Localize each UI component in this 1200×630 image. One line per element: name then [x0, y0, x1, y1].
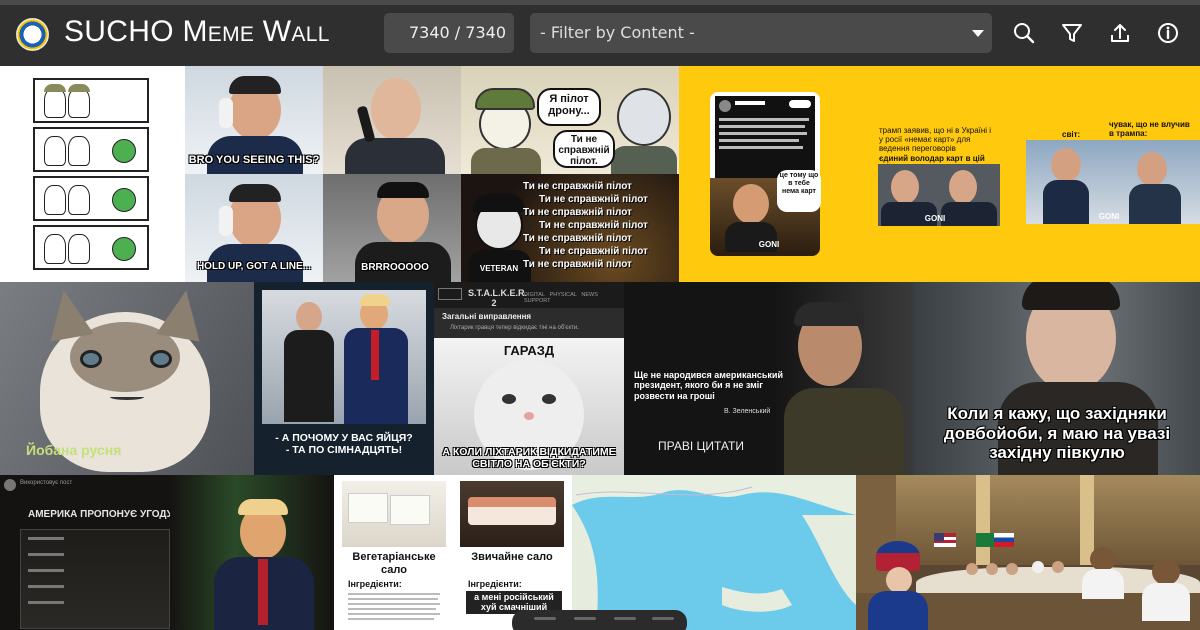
sucho-logo-icon[interactable] — [16, 18, 49, 51]
stalker-nav-support[interactable]: SUPPORT — [524, 298, 551, 304]
xi-bottom-caption: HOLD UP, GOT A LINE... — [196, 261, 312, 272]
grumpy-caption: Йобана русня — [26, 442, 122, 458]
meme-tile-phone-calls[interactable]: BRO YOU SEEING THIS? HOLD UP, GOT A LINE… — [185, 66, 461, 282]
veteran-lines: Ти не справжній пілот Ти не справжній піл… — [523, 180, 679, 271]
toolbar-handle-1[interactable] — [534, 617, 556, 620]
america-title: АМЕРИКА ПРОПОНУЄ УГОДУ — [28, 509, 173, 520]
veteran-line: Ти не справжній пілот — [539, 194, 648, 205]
shelby-caption: Коли я кажу, що західняки довбойоби, я м… — [943, 404, 1171, 463]
bottom-floating-toolbar[interactable] — [512, 610, 687, 630]
eggs-caption: - А ПОЧОМУ У ВАС ЯЙЦЯ? - ТА ПО СІМНАДЦЯТ… — [275, 432, 413, 457]
meme-tile-eggs[interactable]: - А ПОЧОМУ У ВАС ЯЙЦЯ? - ТА ПО СІМНАДЦЯТ… — [254, 282, 434, 475]
meme-tile-america-deal[interactable]: Використовує пост АМЕРИКА ПРОПОНУЄ УГОДУ — [0, 475, 334, 630]
stalker-section: Загальні виправлення — [442, 312, 532, 321]
stalker-bottom-caption: А КОЛИ ЛІХТАРИК ВІДКИДАТИМЕ СВІТЛО НА ОБ… — [442, 446, 616, 471]
goni-badge-2: GONI — [924, 214, 946, 223]
chuvak-label: чувак, що не влучив в трампа: — [1109, 120, 1190, 139]
america-top-label: Використовує пост — [20, 480, 73, 486]
meme-tile-negotiation-table[interactable] — [856, 475, 1200, 630]
stalker-title: S.T.A.L.K.E.R. 2 — [468, 288, 528, 309]
trump-yellow-text: трамп заявив, що ні в Україні і у росії … — [879, 126, 992, 154]
veteran-line: Ти не справжній пілот — [523, 259, 632, 270]
zelensky-signature: В. Зеленський — [724, 408, 771, 415]
meme-tile-stalker[interactable]: S.T.A.L.K.E.R. 2 DIGITAL PHYSICAL NEWS S… — [434, 282, 624, 475]
search-icon[interactable] — [1009, 18, 1039, 48]
meme-tile-zelensky-quote[interactable]: Ще не народився американський президент,… — [624, 282, 914, 475]
meme-tile-salo[interactable]: Вегетаріанське сало Звичайне сало Інгред… — [334, 475, 572, 630]
app-title: SUCHO Meme Wall — [64, 15, 330, 48]
veteran-line: Ти не справжній пілот — [523, 207, 632, 218]
info-icon[interactable] — [1153, 18, 1183, 48]
veteran-line: Ти не справжній пілот — [523, 181, 632, 192]
meme-tile-veteran[interactable]: VETERAN Ти не справжній пілот Ти не справ… — [461, 174, 679, 282]
stalker-note: Ліхтарик гравця тепер відкидає тіні на о… — [450, 325, 579, 331]
meme-tile-yellow-cards[interactable]: це тому що в тебе нема карт GONI трамп з… — [679, 66, 1200, 282]
meme-tile-shelby[interactable]: Коли я кажу, що західняки довбойоби, я м… — [914, 282, 1200, 475]
drone-bubble-2: Ти не справжній пілот. — [553, 130, 615, 168]
map-land-shapes — [572, 475, 856, 630]
xi-top-caption: BRO YOU SEEING THIS? — [188, 154, 320, 166]
musk-caption: це тому що в тебе нема карт — [779, 172, 819, 196]
salo-left-ingredients: Інгредієнти: — [348, 579, 402, 589]
garazd-caption: ГАРАЗД — [503, 343, 555, 358]
salo-right-ingredients: Інгредієнти: — [468, 579, 522, 589]
goni-badge-3: GONI — [1098, 212, 1120, 221]
meme-tile-comic-virus[interactable] — [0, 66, 185, 282]
stalker-logo — [438, 288, 462, 300]
filter-select-label: - Filter by Content - — [540, 23, 695, 42]
stalker-nav-news[interactable]: NEWS — [581, 292, 598, 298]
chevron-down-icon — [972, 30, 984, 37]
filter-by-content-select[interactable]: - Filter by Content - — [530, 13, 992, 53]
salo-left-title: Вегетаріанське сало — [352, 551, 436, 576]
veteran-line: Ти не справжній пілот — [523, 233, 632, 244]
stalker-nav-physical[interactable]: PHYSICAL — [550, 292, 577, 298]
toolbar-handle-4[interactable] — [652, 617, 674, 620]
meme-tile-map[interactable] — [572, 475, 856, 630]
veteran-line: Ти не справжній пілот — [539, 220, 648, 231]
drone-bubble-1: Я пілот дрону... — [537, 88, 601, 126]
top-bar: SUCHO Meme Wall 7340 / 7340 - Filter by … — [0, 0, 1200, 66]
filter-icon[interactable] — [1057, 18, 1087, 48]
veteran-line: Ти не справжній пілот — [539, 246, 648, 257]
zelensky-quote: Ще не народився американський президент,… — [634, 370, 784, 401]
meme-tile-grumpy-cat[interactable]: Йобана русня — [0, 282, 254, 475]
goni-badge-1: GONI — [758, 240, 780, 249]
kim-caption: BRRROOOOO — [361, 262, 429, 273]
pravi-tsytaty: ПРАВІ ЦИТАТИ — [658, 439, 744, 453]
upload-icon[interactable] — [1105, 18, 1135, 48]
image-counter: 7340 / 7340 — [384, 13, 514, 53]
veteran-label: VETERAN — [479, 264, 519, 273]
salo-right-title: Звичайне сало — [471, 551, 553, 563]
toolbar-handle-2[interactable] — [574, 617, 596, 620]
meme-tile-drone-pilot[interactable]: Я пілот дрону... Ти не справжній пілот. — [461, 66, 679, 174]
svit-label: світ: — [1062, 130, 1081, 139]
toolbar-handle-3[interactable] — [614, 617, 636, 620]
